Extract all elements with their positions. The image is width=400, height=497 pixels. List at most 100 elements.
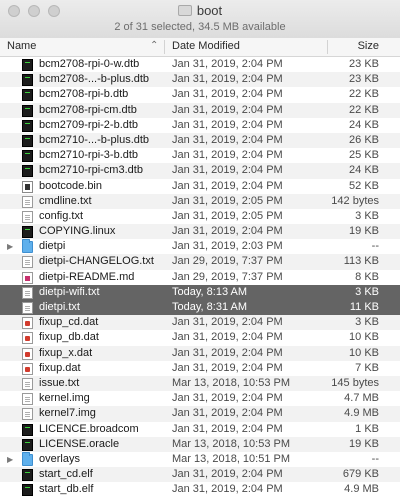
date-modified: Jan 31, 2019, 2:03 PM <box>172 240 283 253</box>
file-row[interactable]: bcm2708-rpi-b.dtb Jan 31, 2019, 2:04 PM 22… <box>0 87 400 102</box>
file-name: fixup_x.dat <box>39 346 93 359</box>
file-name: bootcode.bin <box>39 179 102 192</box>
file-row[interactable]: config.txt Jan 31, 2019, 2:05 PM 3 KB <box>0 209 400 224</box>
file-row[interactable]: bcm2710-rpi-3-b.dtb Jan 31, 2019, 2:04 PM… <box>0 148 400 163</box>
file-size: 3 KB <box>355 209 379 222</box>
file-name: bcm2708-rpi-cm.dtb <box>39 103 137 116</box>
file-row[interactable]: dietpi.txt Today, 8:31 AM 11 KB <box>0 300 400 316</box>
file-size: 145 bytes <box>331 376 379 389</box>
exec-icon <box>22 484 33 497</box>
document-icon <box>22 256 33 269</box>
exec-icon <box>22 104 33 117</box>
file-row[interactable]: kernel.img Jan 31, 2019, 2:04 PM 4.7 MB <box>0 391 400 406</box>
exec-icon <box>22 226 33 239</box>
file-row[interactable]: bootcode.bin Jan 31, 2019, 2:04 PM 52 KB <box>0 179 400 194</box>
file-row[interactable]: cmdline.txt Jan 31, 2019, 2:05 PM 142 byte… <box>0 193 400 209</box>
file-name: bcm2708-rpi-b.dtb <box>39 88 129 101</box>
status-text: 2 of 31 selected, 34.5 MB available <box>114 21 286 33</box>
file-row[interactable]: dietpi-CHANGELOG.txt Jan 29, 2019, 7:37 P… <box>0 254 400 270</box>
file-name: config.txt <box>39 209 84 222</box>
file-row[interactable]: dietpi-README.md Jan 29, 2019, 7:37 PM 8 K… <box>0 270 400 285</box>
date-modified: Jan 31, 2019, 2:05 PM <box>172 194 283 207</box>
file-size: 10 KB <box>349 346 379 359</box>
document-icon <box>22 195 33 208</box>
file-name: fixup_db.dat <box>39 331 99 344</box>
document-icon <box>22 377 33 390</box>
date-modified: Jan 31, 2019, 2:04 PM <box>172 346 283 359</box>
size-column-header[interactable]: Size <box>358 40 379 52</box>
date-modified: Jan 31, 2019, 2:04 PM <box>172 392 283 405</box>
file-size: 3 KB <box>355 316 379 329</box>
file-size: 23 KB <box>349 58 379 70</box>
file-size: 19 KB <box>349 225 379 238</box>
date-modified: Jan 31, 2019, 2:04 PM <box>172 225 283 238</box>
file-row[interactable]: LICENSE.oracle Mar 13, 2018, 10:53 PM 19 K… <box>0 436 400 452</box>
file-name: overlays <box>39 452 80 465</box>
file-size: 52 KB <box>349 179 379 192</box>
file-row[interactable]: fixup_cd.dat Jan 31, 2019, 2:04 PM 3 KB <box>0 315 400 331</box>
file-name: dietpi-wifi.txt <box>39 285 100 298</box>
file-row[interactable]: bcm2710-...-b-plus.dtb Jan 31, 2019, 2:04… <box>0 132 400 149</box>
drive-icon <box>177 5 192 16</box>
date-modified: Jan 31, 2019, 2:04 PM <box>172 316 283 329</box>
date-modified: Jan 31, 2019, 2:05 PM <box>172 209 283 222</box>
name-column-header[interactable]: Name <box>7 40 36 52</box>
markdown-icon <box>22 271 33 284</box>
file-size: 22 KB <box>349 88 379 101</box>
date-modified: Jan 31, 2019, 2:04 PM <box>172 179 283 192</box>
file-row[interactable]: fixup_x.dat Jan 31, 2019, 2:04 PM 10 KB <box>0 345 400 361</box>
file-size: 10 KB <box>349 331 379 344</box>
file-list: bcm2708-rpi-0-w.dtb Jan 31, 2019, 2:04 PM… <box>0 57 400 497</box>
file-row[interactable]: bcm2708-rpi-cm.dtb Jan 31, 2019, 2:04 PM 2… <box>0 102 400 118</box>
file-name: bcm2710-...-b-plus.dtb <box>39 133 150 146</box>
column-divider[interactable] <box>327 40 328 54</box>
file-name: dietpi-README.md <box>39 270 135 283</box>
date-modified: Jan 31, 2019, 2:04 PM <box>172 133 283 146</box>
file-size: 19 KB <box>349 437 379 450</box>
file-row[interactable]: LICENCE.broadcom Jan 31, 2019, 2:04 PM 1 K… <box>0 422 400 437</box>
file-row[interactable]: bcm2708-rpi-0-w.dtb Jan 31, 2019, 2:04 PM… <box>0 57 400 72</box>
date-column-header[interactable]: Date Modified <box>172 40 240 52</box>
file-size: -- <box>371 452 379 465</box>
file-row[interactable]: bcm2708-...-b-plus.dtb Jan 31, 2019, 2:04… <box>0 72 400 88</box>
file-row[interactable]: start_db.elf Jan 31, 2019, 2:04 PM 4.9 MB <box>0 482 400 497</box>
pdf-icon <box>22 317 33 330</box>
file-row[interactable]: bcm2710-rpi-cm3.dtb Jan 31, 2019, 2:04 PM… <box>0 163 400 179</box>
file-name: kernel.img <box>39 392 90 405</box>
date-modified: Jan 31, 2019, 2:04 PM <box>172 361 283 374</box>
file-size: 4.9 MB <box>344 483 379 496</box>
column-header: Name ⌃ Date Modified Size <box>0 38 400 57</box>
file-row[interactable]: kernel7.img Jan 31, 2019, 2:04 PM 4.9 MB <box>0 406 400 422</box>
disclosure-triangle-icon[interactable]: ▶ <box>7 452 13 467</box>
file-name: start_db.elf <box>39 483 94 496</box>
pdf-icon <box>22 362 33 375</box>
window-title-text: boot <box>196 3 223 18</box>
document-icon <box>22 286 33 299</box>
date-modified: Jan 31, 2019, 2:04 PM <box>172 149 283 162</box>
folder-row[interactable]: ▶ dietpi Jan 31, 2019, 2:03 PM -- <box>0 239 400 254</box>
exec-icon <box>22 134 33 147</box>
date-modified: Mar 13, 2018, 10:51 PM <box>172 452 291 465</box>
file-row[interactable]: start_cd.elf Jan 31, 2019, 2:04 PM 679 KB <box>0 467 400 483</box>
file-name: fixup_cd.dat <box>39 316 99 329</box>
file-row[interactable]: issue.txt Mar 13, 2018, 10:53 PM 145 bytes <box>0 375 400 392</box>
file-row[interactable]: dietpi-wifi.txt Today, 8:13 AM 3 KB <box>0 284 400 300</box>
file-row[interactable]: COPYING.linux Jan 31, 2019, 2:04 PM 19 KB <box>0 224 400 240</box>
exec-icon <box>22 423 33 436</box>
file-name: bcm2709-rpi-2-b.dtb <box>39 118 139 131</box>
document-icon <box>22 393 33 406</box>
column-divider[interactable] <box>164 40 165 54</box>
exec-icon <box>22 469 33 482</box>
file-size: 4.7 MB <box>344 392 379 405</box>
file-row[interactable]: bcm2709-rpi-2-b.dtb Jan 31, 2019, 2:04 PM… <box>0 118 400 133</box>
file-name: dietpi.txt <box>39 301 80 313</box>
document-icon <box>22 408 33 421</box>
exec-icon <box>22 119 33 132</box>
file-name: COPYING.linux <box>39 225 116 238</box>
folder-row[interactable]: ▶ overlays Mar 13, 2018, 10:51 PM -- <box>0 451 400 467</box>
file-row[interactable]: fixup.dat Jan 31, 2019, 2:04 PM 7 KB <box>0 361 400 376</box>
disclosure-triangle-icon[interactable]: ▶ <box>7 239 13 254</box>
file-row[interactable]: fixup_db.dat Jan 31, 2019, 2:04 PM 10 KB <box>0 330 400 345</box>
date-modified: Today, 8:31 AM <box>172 301 248 313</box>
file-size: 26 KB <box>349 133 379 146</box>
